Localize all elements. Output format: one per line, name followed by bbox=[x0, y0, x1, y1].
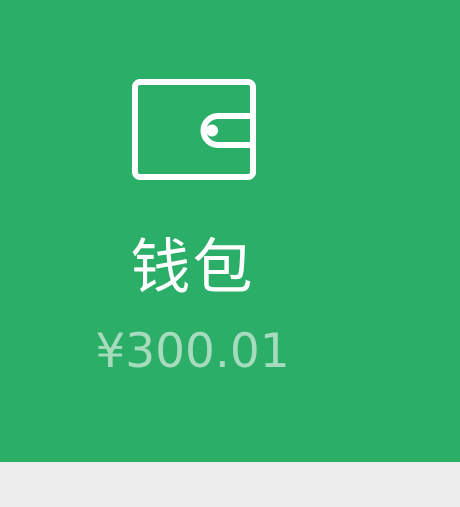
wallet-icon bbox=[132, 79, 256, 180]
wallet-balance: ¥300.01 bbox=[95, 324, 290, 379]
wallet-clasp-dot bbox=[206, 124, 218, 137]
wallet-card[interactable]: 钱包 ¥300.01 bbox=[0, 0, 460, 462]
wallet-title: 钱包 bbox=[130, 233, 255, 303]
wallet-outline bbox=[132, 79, 256, 180]
page-background-strip bbox=[0, 462, 460, 507]
